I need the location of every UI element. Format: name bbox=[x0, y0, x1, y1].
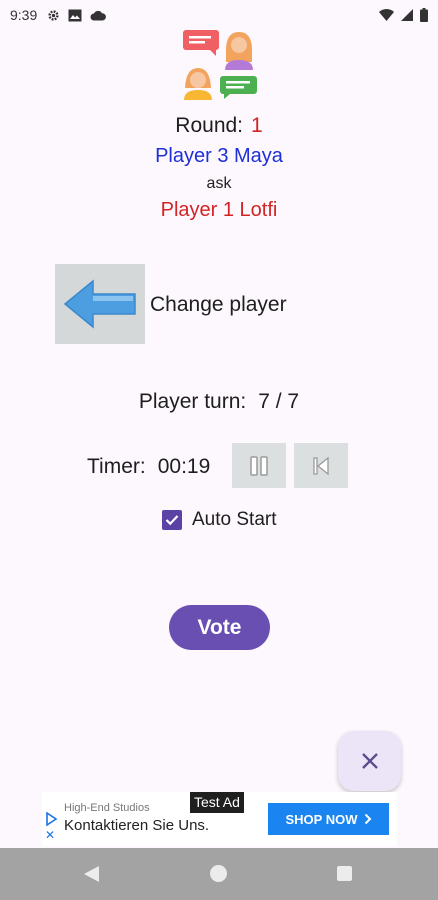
skip-previous-icon bbox=[313, 456, 329, 475]
recents-icon[interactable] bbox=[337, 866, 352, 881]
round-value: 1 bbox=[251, 114, 263, 137]
home-icon[interactable] bbox=[210, 865, 227, 882]
target-player: Player 1 Lotfi bbox=[160, 199, 278, 221]
ad-headline: Kontaktieren Sie Uns. bbox=[64, 817, 210, 834]
asking-player: Player 3 Maya bbox=[155, 145, 283, 167]
wifi-icon bbox=[379, 9, 394, 21]
battery-icon bbox=[420, 8, 428, 22]
player-turn-label: Player turn: bbox=[138, 390, 247, 413]
skip-back-button[interactable] bbox=[294, 443, 348, 488]
ad-close-icon[interactable]: ✕ bbox=[45, 829, 55, 841]
change-player-label: Change player bbox=[150, 293, 287, 316]
ad-advertiser: High-End Studios bbox=[64, 802, 150, 814]
ad-cta-label: SHOP NOW bbox=[285, 811, 358, 827]
auto-start-toggle[interactable]: Auto Start bbox=[162, 509, 277, 531]
change-player-button[interactable] bbox=[55, 264, 145, 344]
cloud-icon bbox=[90, 10, 107, 20]
arrow-left-icon bbox=[63, 279, 136, 329]
round-label: Round: bbox=[175, 114, 244, 137]
navigation-bar bbox=[0, 848, 438, 900]
back-icon[interactable] bbox=[83, 865, 100, 883]
status-time: 9:39 bbox=[10, 7, 38, 23]
auto-start-label: Auto Start bbox=[192, 509, 277, 530]
checkmark-icon bbox=[165, 515, 179, 526]
round-indicator: Round: 1 bbox=[0, 114, 438, 138]
ad-cta-button[interactable]: SHOP NOW bbox=[268, 803, 389, 835]
player-turn: Player turn: 7 / 7 bbox=[0, 390, 438, 414]
image-icon bbox=[68, 9, 82, 21]
auto-start-checkbox[interactable] bbox=[162, 510, 182, 530]
ad-banner[interactable]: Test Ad ✕ High-End Studios Kontaktieren … bbox=[42, 792, 397, 846]
vote-button[interactable]: Vote bbox=[169, 605, 270, 650]
timer-label: Timer: bbox=[87, 455, 146, 478]
close-fab[interactable] bbox=[338, 731, 401, 791]
ask-label: ask bbox=[206, 175, 232, 192]
timer: Timer: 00:19 bbox=[87, 455, 210, 479]
ad-choices-icon[interactable] bbox=[44, 812, 58, 826]
ad-tag: Test Ad bbox=[190, 792, 244, 813]
chat-people-icon bbox=[183, 30, 257, 100]
player-turn-value: 7 / 7 bbox=[258, 390, 300, 413]
close-icon bbox=[361, 753, 378, 769]
signal-icon bbox=[401, 9, 413, 21]
chevron-right-icon bbox=[364, 813, 371, 825]
gear-icon bbox=[48, 9, 59, 21]
pause-button[interactable] bbox=[232, 443, 286, 488]
timer-value: 00:19 bbox=[157, 455, 211, 478]
pause-icon bbox=[250, 455, 268, 476]
